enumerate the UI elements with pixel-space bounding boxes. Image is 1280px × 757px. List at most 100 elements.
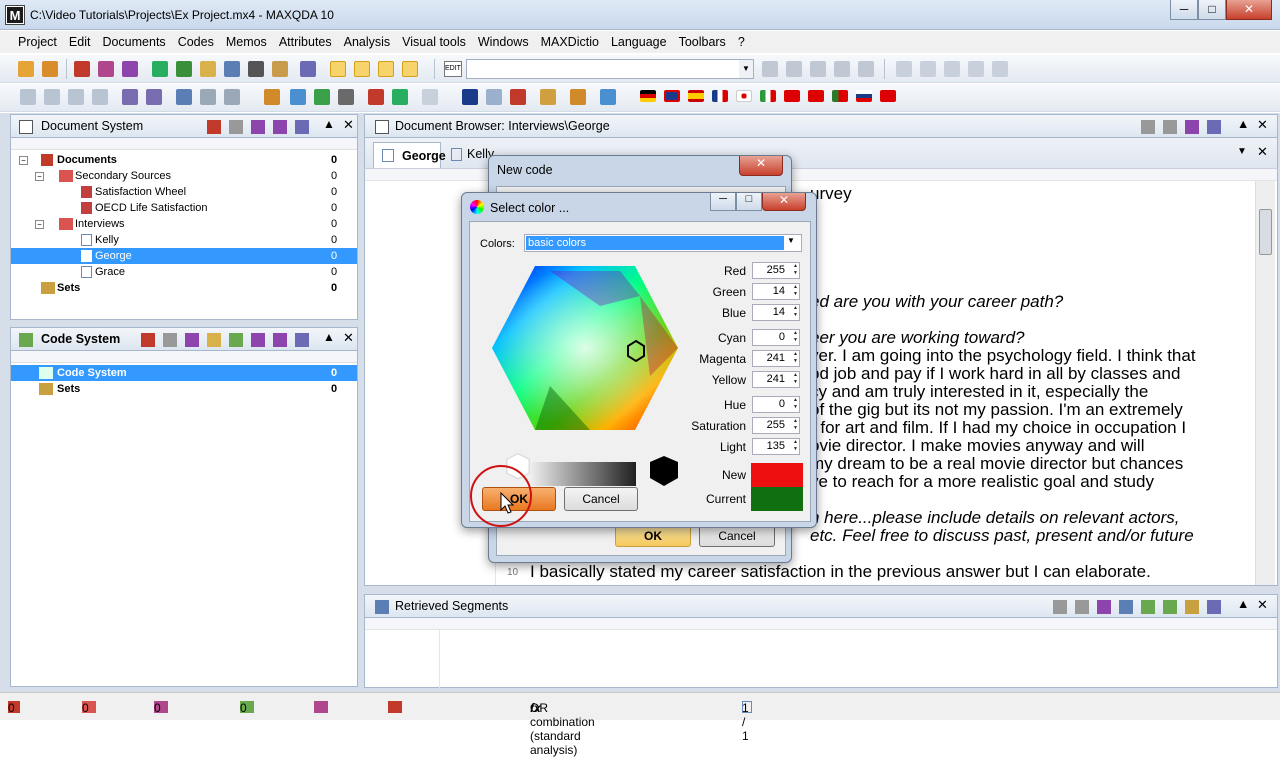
rs-print-icon[interactable] — [1075, 600, 1089, 614]
chart-icon[interactable] — [314, 89, 330, 105]
ds-activate-icon[interactable] — [251, 120, 265, 134]
tree-row-oecd[interactable]: OECD Life Satisfaction 0 — [19, 200, 359, 216]
rs-search-icon[interactable] — [1207, 600, 1221, 614]
field-spinner[interactable]: 0 — [752, 329, 800, 346]
menu-toolbars[interactable]: Toolbars — [673, 31, 732, 49]
cs-save-icon[interactable] — [163, 333, 177, 347]
tree-row-george[interactable]: George 0 — [11, 248, 357, 264]
db-close-icon[interactable]: ✕ — [1257, 117, 1268, 133]
field-spinner[interactable]: 0 — [752, 396, 800, 413]
new-project-icon[interactable] — [18, 61, 34, 77]
emoticon-1-icon[interactable] — [896, 61, 912, 77]
ds-code-icon[interactable] — [207, 120, 221, 134]
menu-project[interactable]: Project — [12, 31, 63, 49]
field-spinner[interactable]: 241 — [752, 371, 800, 388]
code-tool-1-icon[interactable] — [762, 61, 778, 77]
cs-collapse-icon[interactable]: ▲ — [323, 330, 335, 344]
db-collapse-icon[interactable]: ▲ — [1237, 117, 1249, 131]
flag-de-icon[interactable] — [640, 90, 656, 102]
menu-memos[interactable]: Memos — [220, 31, 273, 49]
cs-code-icon[interactable] — [141, 333, 155, 347]
tree-row-grace[interactable]: Grace 0 — [19, 264, 359, 280]
sum-icon[interactable] — [462, 89, 478, 105]
emoticon-5-icon[interactable] — [992, 61, 1008, 77]
flag-jp-icon[interactable] — [736, 90, 752, 102]
rs-activate-icon[interactable] — [1185, 600, 1199, 614]
no-icon[interactable] — [510, 89, 526, 105]
code-tool-5-icon[interactable] — [858, 61, 874, 77]
move-top-icon[interactable] — [20, 89, 36, 105]
rs-weight-icon[interactable] — [1163, 600, 1177, 614]
rs-collapse-icon[interactable]: ▲ — [1237, 597, 1249, 611]
tree-row-satisfaction-wheel[interactable]: Satisfaction Wheel 0 — [19, 184, 359, 200]
rs-close-icon[interactable]: ✕ — [1257, 597, 1268, 613]
flag-ru-icon[interactable] — [856, 90, 872, 102]
field-spinner[interactable]: 135 — [752, 438, 800, 455]
doc-browser-icon[interactable] — [378, 61, 394, 77]
scroll-thumb[interactable] — [1259, 209, 1272, 255]
color-max-button[interactable]: □ — [736, 193, 762, 211]
field-spinner[interactable]: 14 — [752, 283, 800, 300]
retrieved-icon[interactable] — [402, 61, 418, 77]
db-search-icon[interactable] — [1207, 120, 1221, 134]
zoom-in-icon[interactable] — [122, 89, 138, 105]
ds-filter-icon[interactable] — [273, 120, 287, 134]
zoom-100-icon[interactable] — [176, 89, 192, 105]
field-spinner[interactable]: 14 — [752, 304, 800, 321]
open-project-icon[interactable] — [42, 61, 58, 77]
relation-icon[interactable] — [392, 89, 408, 105]
ds-search-icon[interactable] — [295, 120, 309, 134]
maximize-button[interactable]: □ — [1198, 0, 1226, 20]
db-save-icon[interactable] — [1141, 120, 1155, 134]
search-icon[interactable] — [300, 61, 316, 77]
transform-icon[interactable] — [486, 89, 502, 105]
flag-es-icon[interactable] — [688, 90, 704, 102]
expand-icon[interactable] — [224, 89, 240, 105]
menu-edit[interactable]: Edit — [63, 31, 97, 49]
tree-row-code-system[interactable]: Code System 0 — [11, 365, 357, 381]
tree-row-secondary-sources[interactable]: − Secondary Sources 0 — [19, 168, 359, 184]
emoticon-3-icon[interactable] — [944, 61, 960, 77]
menu-visual-tools[interactable]: Visual tools — [396, 31, 472, 49]
rs-save-icon[interactable] — [1053, 600, 1067, 614]
db-print-icon[interactable] — [1163, 120, 1177, 134]
flag-tr-icon[interactable] — [808, 90, 824, 102]
field-spinner[interactable]: 255 — [752, 417, 800, 434]
menu-codes[interactable]: Codes — [172, 31, 220, 49]
cs-link-icon[interactable] — [229, 333, 243, 347]
tree-icon[interactable] — [264, 89, 280, 105]
rs-link-icon[interactable] — [1141, 600, 1155, 614]
doc-system-icon[interactable] — [330, 61, 346, 77]
db-filter-icon[interactable] — [1185, 120, 1199, 134]
flag-it-icon[interactable] — [760, 90, 776, 102]
chevron-down-icon[interactable]: ▼ — [739, 60, 753, 78]
flag-pt-icon[interactable] — [832, 90, 848, 102]
tree-row-code-sets[interactable]: Sets 0 — [11, 381, 357, 397]
grid-icon[interactable] — [422, 89, 438, 105]
move-down-icon[interactable] — [68, 89, 84, 105]
tabs-menu-icon[interactable]: ▼ — [1237, 146, 1247, 157]
code-icon[interactable] — [74, 61, 90, 77]
code-system-icon[interactable] — [354, 61, 370, 77]
menu-analysis[interactable]: Analysis — [338, 31, 397, 49]
flag-tr2-icon[interactable] — [880, 90, 896, 102]
code-tool-4-icon[interactable] — [834, 61, 850, 77]
code-tool-2-icon[interactable] — [786, 61, 802, 77]
emoticon-2-icon[interactable] — [920, 61, 936, 77]
cs-memo-icon[interactable] — [207, 333, 221, 347]
new-code-cancel-button[interactable]: Cancel — [699, 525, 775, 547]
tree-row-interviews[interactable]: − Interviews 0 — [19, 216, 359, 232]
cs-transfer-icon[interactable] — [273, 333, 287, 347]
tree-row-kelly[interactable]: Kelly 0 — [19, 232, 359, 248]
tree-row-documents[interactable]: − Documents 0 — [19, 152, 359, 168]
move-bottom-icon[interactable] — [92, 89, 108, 105]
fit-icon[interactable] — [200, 89, 216, 105]
bars-icon[interactable] — [338, 89, 354, 105]
dictionary-icon[interactable] — [540, 89, 556, 105]
tree-row-sets[interactable]: Sets 0 — [19, 280, 359, 296]
memo-icon[interactable] — [200, 61, 216, 77]
menu-maxdictio[interactable]: MAXDictio — [535, 31, 605, 49]
shapes-icon[interactable] — [290, 89, 306, 105]
ds-close-icon[interactable]: ✕ — [343, 117, 354, 133]
flag-fr-icon[interactable] — [712, 90, 728, 102]
